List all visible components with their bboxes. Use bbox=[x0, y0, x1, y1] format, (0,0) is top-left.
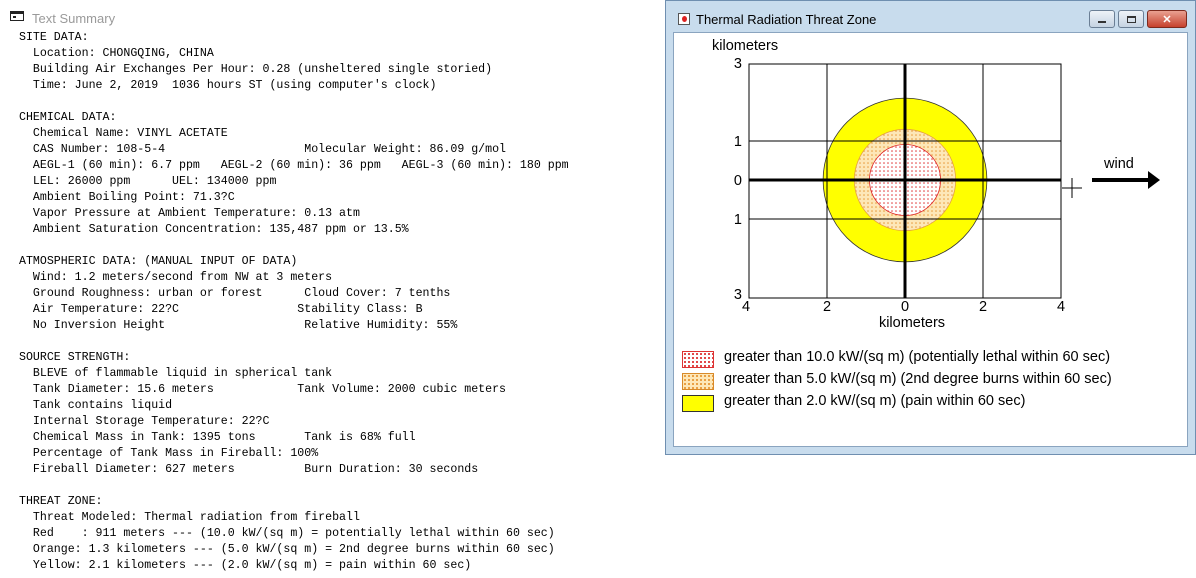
summary-line: Time: June 2, 2019 1036 hours ST (using … bbox=[19, 79, 437, 92]
maximize-button[interactable] bbox=[1118, 10, 1144, 28]
summary-line: Building Air Exchanges Per Hour: 0.28 (u… bbox=[19, 63, 493, 76]
summary-line: Ground Roughness: urban or forest Cloud … bbox=[19, 287, 451, 300]
summary-line: LEL: 26000 ppm UEL: 134000 ppm bbox=[19, 175, 277, 188]
summary-line: SOURCE STRENGTH: bbox=[19, 351, 131, 364]
summary-line: Tank contains liquid bbox=[19, 399, 173, 412]
summary-line: ATMOSPHERIC DATA: (MANUAL INPUT OF DATA) bbox=[19, 255, 298, 268]
summary-line: SITE DATA: bbox=[19, 31, 89, 44]
threat-zone-title: Thermal Radiation Threat Zone bbox=[696, 12, 877, 27]
red-legend-swatch bbox=[682, 351, 714, 368]
x-tick-label: 0 bbox=[901, 299, 909, 315]
summary-line: Location: CHONGQING, CHINA bbox=[19, 47, 214, 60]
window-icon bbox=[10, 11, 24, 21]
minimize-button[interactable] bbox=[1089, 10, 1115, 28]
y-tick-label: 1 bbox=[734, 212, 742, 228]
summary-line: CHEMICAL DATA: bbox=[19, 111, 117, 124]
summary-line: THREAT ZONE: bbox=[19, 495, 103, 508]
x-tick-label: 2 bbox=[979, 299, 987, 315]
summary-line: CAS Number: 108-5-4 Molecular Weight: 86… bbox=[19, 143, 507, 156]
summary-line: No Inversion Height Relative Humidity: 5… bbox=[19, 319, 458, 332]
text-summary-titlebar[interactable]: Text Summary bbox=[0, 0, 665, 31]
summary-line: AEGL-1 (60 min): 6.7 ppm AEGL-2 (60 min)… bbox=[19, 159, 569, 172]
text-summary-body: SITE DATA: Location: CHONGQING, CHINA Bu… bbox=[19, 30, 569, 574]
minimize-icon bbox=[1098, 21, 1106, 23]
y-tick-label: 3 bbox=[734, 56, 742, 72]
summary-line bbox=[19, 334, 569, 350]
y-tick-label: 3 bbox=[734, 287, 742, 303]
x-axis-label: kilometers bbox=[879, 315, 945, 331]
summary-line: BLEVE of flammable liquid in spherical t… bbox=[19, 367, 333, 380]
summary-line: Percentage of Tank Mass in Fireball: 100… bbox=[19, 447, 319, 460]
orange-legend-swatch bbox=[682, 373, 714, 390]
x-tick-label: 4 bbox=[1057, 299, 1065, 315]
flame-icon bbox=[678, 13, 690, 25]
y-axis-label: kilometers bbox=[712, 38, 778, 54]
legend-label: greater than 2.0 kW/(sq m) (pain within … bbox=[724, 393, 1026, 409]
summary-line: Ambient Saturation Concentration: 135,48… bbox=[19, 223, 409, 236]
close-button[interactable]: ✕ bbox=[1147, 10, 1187, 28]
summary-line: Wind: 1.2 meters/second from NW at 3 met… bbox=[19, 271, 333, 284]
summary-line: Internal Storage Temperature: 22?C bbox=[19, 415, 270, 428]
legend-label: greater than 5.0 kW/(sq m) (2nd degree b… bbox=[724, 371, 1112, 387]
text-summary-window: Text Summary SITE DATA: Location: CHONGQ… bbox=[0, 0, 665, 578]
summary-line: Yellow: 2.1 kilometers --- (2.0 kW/(sq m… bbox=[19, 559, 472, 572]
text-summary-title: Text Summary bbox=[32, 11, 116, 26]
y-tick-label: 0 bbox=[734, 173, 742, 189]
summary-line: Ambient Boiling Point: 71.3?C bbox=[19, 191, 235, 204]
wind-arrow-head bbox=[1148, 171, 1160, 189]
legend-label: greater than 10.0 kW/(sq m) (potentially… bbox=[724, 349, 1111, 365]
summary-line: Chemical Name: VINYL ACETATE bbox=[19, 127, 228, 140]
yellow-legend-swatch bbox=[682, 395, 714, 412]
summary-line: Orange: 1.3 kilometers --- (5.0 kW/(sq m… bbox=[19, 543, 555, 556]
summary-line bbox=[19, 478, 569, 494]
summary-line: Chemical Mass in Tank: 1395 tons Tank is… bbox=[19, 431, 416, 444]
summary-line: Fireball Diameter: 627 meters Burn Durat… bbox=[19, 463, 479, 476]
summary-line: Red : 911 meters --- (10.0 kW/(sq m) = p… bbox=[19, 527, 555, 540]
wind-label: wind bbox=[1103, 156, 1134, 172]
summary-line: Vapor Pressure at Ambient Temperature: 0… bbox=[19, 207, 360, 220]
summary-line: Threat Modeled: Thermal radiation from f… bbox=[19, 511, 360, 524]
threat-zone-window: Thermal Radiation Threat Zone ✕ kilomete… bbox=[665, 0, 1196, 455]
x-tick-label: 2 bbox=[823, 299, 831, 315]
threat-zone-client: kilometers 3 1 0 1 3 4 2 0 2 4 kilometers wind great… bbox=[673, 32, 1188, 447]
maximize-icon bbox=[1126, 15, 1136, 23]
y-tick-label: 1 bbox=[734, 134, 742, 150]
summary-line: Air Temperature: 22?C Stability Class: B bbox=[19, 303, 423, 316]
summary-line bbox=[19, 238, 569, 254]
close-icon: ✕ bbox=[1162, 13, 1172, 26]
x-tick-label: 4 bbox=[742, 299, 750, 315]
summary-line bbox=[19, 94, 569, 110]
summary-line: Tank Diameter: 15.6 meters Tank Volume: … bbox=[19, 383, 507, 396]
